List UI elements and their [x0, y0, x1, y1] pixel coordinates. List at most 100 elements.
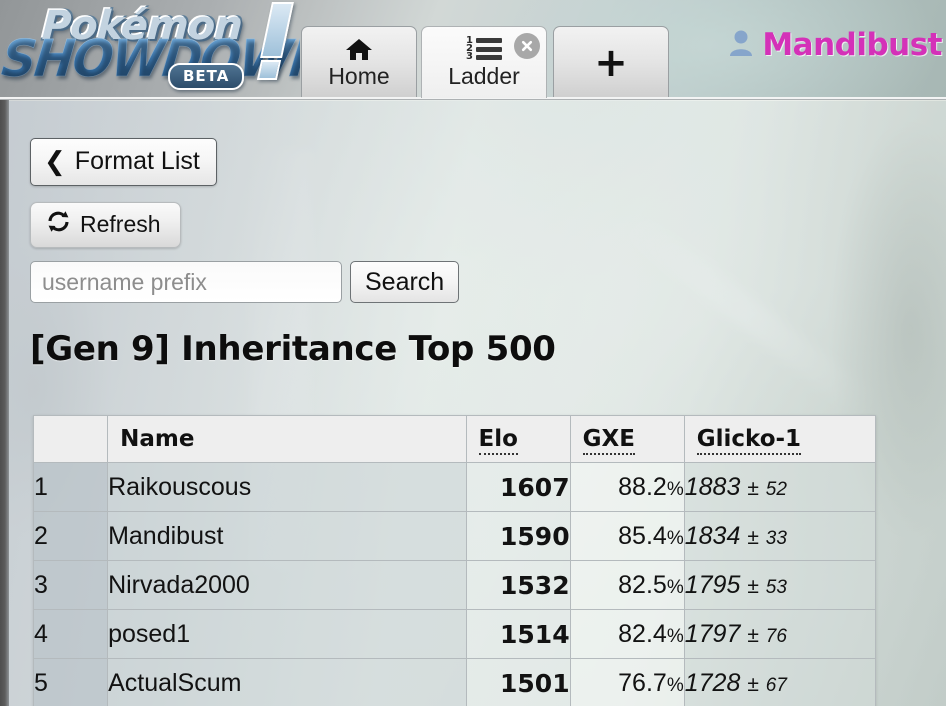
column-header-gxe-label: GXE — [582, 426, 635, 455]
user-avatar-icon — [728, 29, 754, 62]
glicko-deviation: 53 — [765, 576, 787, 598]
refresh-icon — [46, 210, 71, 239]
cell-name[interactable]: Nirvada2000 — [107, 560, 467, 610]
ladder-panel: ❮ Format List Refresh Search [Gen 9] Inh… — [9, 101, 946, 706]
gxe-percent-sign: % — [666, 625, 684, 647]
chevron-left-icon: ❮ — [44, 146, 66, 177]
glicko-deviation: 67 — [765, 674, 787, 696]
home-icon — [345, 36, 373, 62]
cell-gxe: 82.5% — [569, 560, 685, 610]
glicko-value: 1834 — [684, 521, 741, 550]
tab-ladder-label: Ladder — [448, 63, 520, 89]
column-header-rank — [32, 415, 109, 463]
gxe-percent-sign: % — [666, 576, 684, 598]
refresh-button[interactable]: Refresh — [30, 202, 181, 248]
search-button[interactable]: Search — [350, 261, 460, 303]
glicko-value: 1795 — [684, 570, 741, 599]
logo-exclamation-icon — [256, 0, 294, 86]
plus-icon: + — [594, 43, 628, 83]
column-header-name: Name — [107, 415, 467, 463]
glicko-deviation: 52 — [765, 478, 787, 500]
gxe-value: 85.4 — [618, 521, 667, 550]
tab-home-label: Home — [328, 63, 390, 89]
left-edge-strip — [0, 100, 9, 706]
glicko-value: 1883 — [684, 472, 741, 501]
column-header-glicko-label: Glicko-1 — [696, 426, 802, 455]
page-title: [Gen 9] Inheritance Top 500 — [30, 329, 556, 369]
gxe-percent-sign: % — [666, 478, 684, 500]
tab-ladder[interactable]: 123 Ladder — [421, 26, 547, 98]
cell-elo: 1590 — [465, 511, 571, 561]
format-list-label: Format List — [74, 147, 200, 175]
plus-minus-sign: ± — [747, 623, 759, 647]
site-logo[interactable]: SHOWDOWN Pokémon SHOWDOWN BETA — [0, 0, 300, 98]
table-header-row: Name Elo GXE Glicko-1 — [32, 415, 877, 463]
glicko-deviation: 33 — [765, 527, 787, 549]
player-name-link[interactable]: Raikouscous — [108, 473, 251, 501]
cell-glicko: 1834 ± 33 — [683, 511, 877, 561]
gxe-value: 88.2 — [618, 472, 667, 501]
plus-minus-sign: ± — [747, 525, 759, 549]
ordered-list-icon: 123 — [466, 36, 502, 62]
new-tab-button[interactable]: + — [553, 26, 669, 98]
tab-home[interactable]: Home — [301, 26, 417, 98]
column-header-elo-label: Elo — [478, 426, 518, 455]
cell-rank: 1 — [32, 462, 109, 512]
cell-elo: 1514 — [465, 609, 571, 659]
cell-gxe: 82.4% — [569, 609, 685, 659]
gxe-value: 76.7 — [618, 668, 667, 697]
cell-name[interactable]: Raikouscous — [107, 462, 467, 512]
showdown-ladder-page: SHOWDOWN Pokémon SHOWDOWN BETA Home 123 — [0, 0, 946, 706]
cell-name[interactable]: ActualScum — [107, 658, 467, 706]
cell-rank: 5 — [32, 658, 109, 706]
cell-gxe: 85.4% — [569, 511, 685, 561]
glicko-deviation: 76 — [765, 625, 787, 647]
cell-glicko: 1797 ± 76 — [683, 609, 877, 659]
table-row[interactable]: 2 Mandibust 1590 85.4% 1834 ± 33 — [32, 511, 877, 561]
column-header-gxe[interactable]: GXE — [569, 415, 685, 463]
column-header-glicko[interactable]: Glicko-1 — [683, 415, 877, 463]
table-row[interactable]: 1 Raikouscous 1607 88.2% 1883 ± 52 — [32, 462, 877, 512]
gxe-percent-sign: % — [666, 674, 684, 696]
plus-glyph: + — [594, 39, 628, 86]
user-menu[interactable]: Mandibust — [728, 27, 942, 63]
gxe-percent-sign: % — [666, 527, 684, 549]
cell-elo: 1501 — [465, 658, 571, 706]
cell-gxe: 76.7% — [569, 658, 685, 706]
table-row[interactable]: 3 Nirvada2000 1532 82.5% 1795 ± 53 — [32, 560, 877, 610]
cell-elo: 1607 — [465, 462, 571, 512]
player-name-link[interactable]: posed1 — [108, 620, 190, 648]
format-list-button[interactable]: ❮ Format List — [30, 138, 217, 186]
player-name-link[interactable]: Mandibust — [108, 522, 223, 550]
glicko-value: 1728 — [684, 668, 741, 697]
table-row[interactable]: 4 posed1 1514 82.4% 1797 ± 76 — [32, 609, 877, 659]
cell-glicko: 1883 ± 52 — [683, 462, 877, 512]
logo-beta-badge: BETA — [168, 63, 245, 90]
plus-minus-sign: ± — [747, 574, 759, 598]
username-label: Mandibust — [762, 27, 942, 63]
cell-name[interactable]: posed1 — [107, 609, 467, 659]
cell-glicko: 1795 ± 53 — [683, 560, 877, 610]
top-bar: SHOWDOWN Pokémon SHOWDOWN BETA Home 123 — [0, 0, 946, 100]
search-input[interactable] — [30, 261, 342, 303]
gxe-value: 82.4 — [618, 619, 667, 648]
gxe-value: 82.5 — [618, 570, 667, 599]
column-header-elo[interactable]: Elo — [465, 415, 571, 463]
cell-rank: 4 — [32, 609, 109, 659]
cell-rank: 3 — [32, 560, 109, 610]
cell-gxe: 88.2% — [569, 462, 685, 512]
search-row: Search — [30, 261, 460, 303]
player-name-link[interactable]: Nirvada2000 — [108, 571, 250, 599]
cell-name[interactable]: Mandibust — [107, 511, 467, 561]
plus-minus-sign: ± — [747, 672, 759, 696]
close-icon[interactable] — [514, 33, 540, 59]
cell-elo: 1532 — [465, 560, 571, 610]
plus-minus-sign: ± — [747, 476, 759, 500]
refresh-label: Refresh — [80, 211, 161, 237]
player-name-link[interactable]: ActualScum — [108, 669, 241, 697]
cell-rank: 2 — [32, 511, 109, 561]
cell-glicko: 1728 ± 67 — [683, 658, 877, 706]
logo-showdown-text: SHOWDOWN — [0, 29, 300, 89]
table-row[interactable]: 5 ActualScum 1501 76.7% 1728 ± 67 — [32, 658, 877, 706]
glicko-value: 1797 — [684, 619, 741, 648]
